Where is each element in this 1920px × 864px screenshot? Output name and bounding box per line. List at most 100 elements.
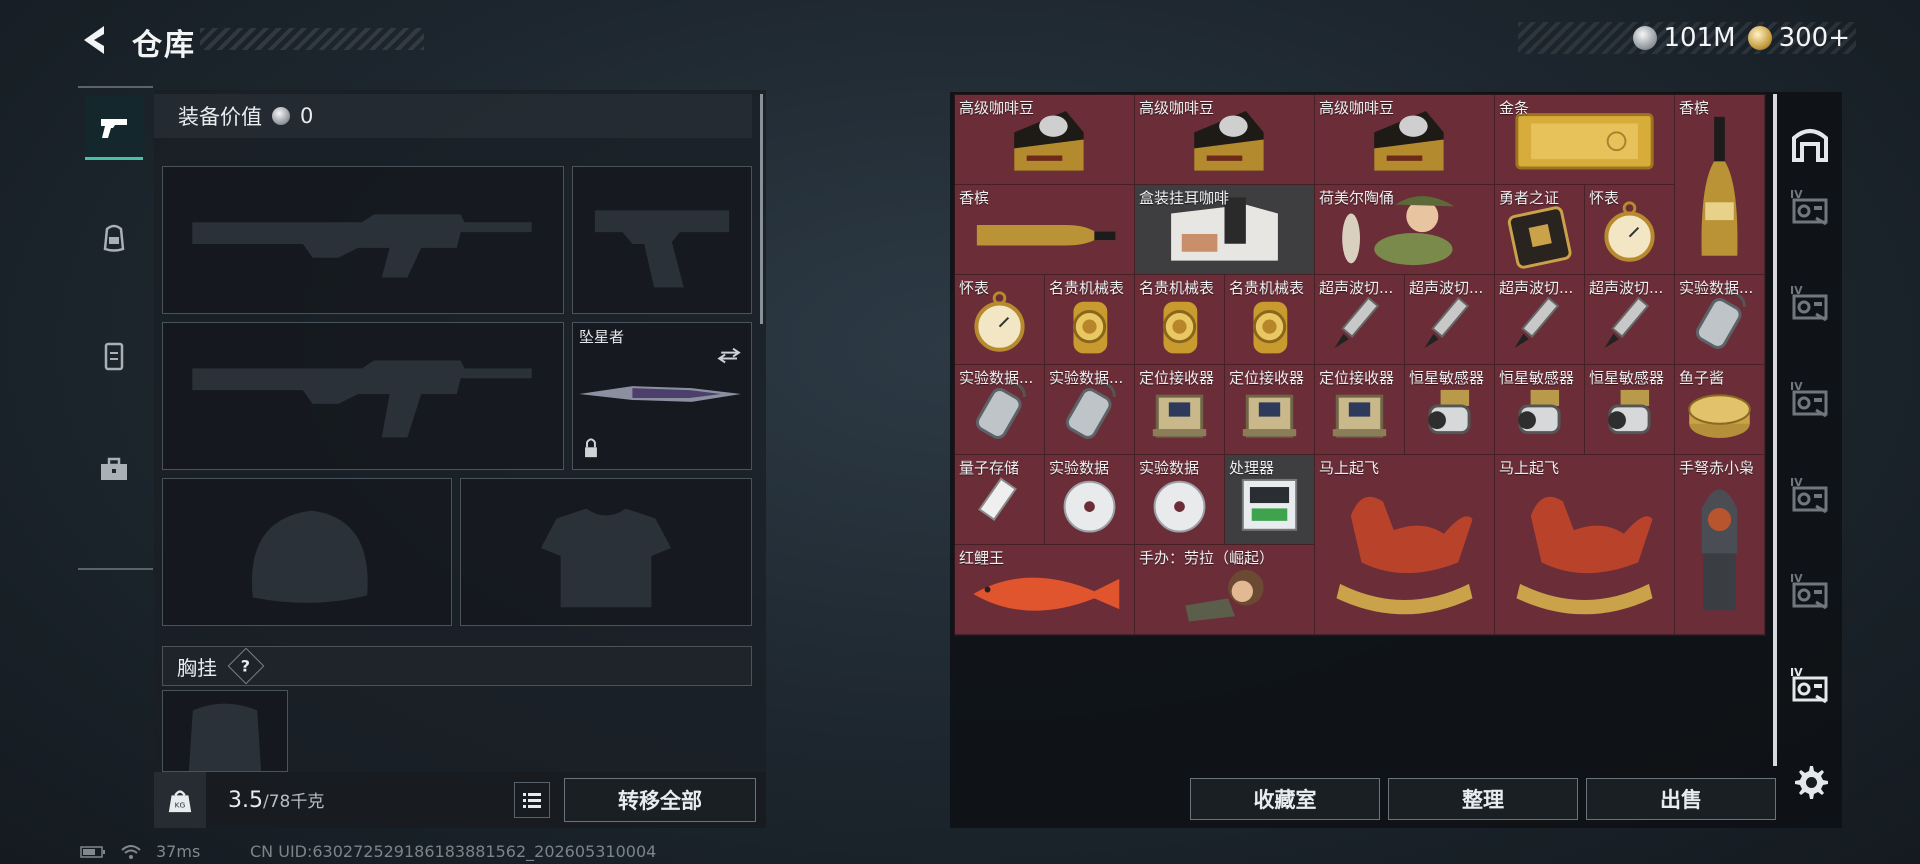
storage-item[interactable]: 名贵机械表 [1135,275,1225,365]
storage-item[interactable]: 超声波切... [1405,275,1495,365]
storage-item[interactable]: 怀表 [1585,185,1675,275]
storage-3-icon: IV [1790,380,1828,418]
item-label: 盒装挂耳咖啡 [1139,189,1230,207]
storage-item[interactable]: 恒星敏感器 [1495,365,1585,455]
item-label: 恒星敏感器 [1589,369,1665,387]
uid-text: CN UID:630272529186183881562_20260531000… [250,842,657,861]
storage-3-button[interactable]: IV [1786,376,1834,424]
page-title: 仓库 [132,28,196,63]
storage-item[interactable]: 香槟 [1675,95,1765,275]
transfer-all-button[interactable]: 转移全部 [564,778,756,822]
silver-amount: 101M [1663,23,1736,53]
storage-item[interactable]: 勇者之证 [1495,185,1585,275]
storage-item[interactable]: 恒星敏感器 [1585,365,1675,455]
item-label: 实验数据... [1049,369,1124,387]
primary-weapon-slot[interactable] [162,166,564,314]
item-label: 金条 [1499,99,1530,117]
tab-backpack[interactable] [85,206,143,270]
backpack-icon [103,224,125,252]
item-label: 名贵机械表 [1049,279,1125,297]
storage-item[interactable]: 超声波切... [1495,275,1585,365]
item-label: 高级咖啡豆 [1139,99,1215,117]
gold-currency[interactable]: 300+ [1747,23,1850,53]
item-label: 实验数据 [1139,459,1200,477]
sell-button[interactable]: 出售 [1586,778,1776,820]
vault-button[interactable] [1786,120,1834,168]
helmet-slot[interactable] [162,478,452,626]
item-label: 鱼子酱 [1679,369,1725,387]
vest-icon [104,342,124,371]
storage-item[interactable]: 名贵机械表 [1045,275,1135,365]
equipment-value: 0 [300,104,314,128]
currency-bar: 101M 300+ [1518,22,1856,54]
secondary-weapon-slot[interactable] [572,166,752,314]
chest-rig-slot[interactable] [162,690,288,772]
storage-item[interactable]: 实验数据... [1045,365,1135,455]
melee-weapon-slot[interactable]: 坠星者 [572,322,752,470]
item-label: 香槟 [1679,99,1710,117]
storage-item[interactable]: 实验数据 [1135,455,1225,545]
storage-item[interactable]: 高级咖啡豆 [1135,95,1315,185]
storage-item[interactable]: 实验数据... [955,365,1045,455]
vault-icon [1792,129,1828,162]
weight-icon: KG [154,772,206,828]
storage-item[interactable]: 怀表 [955,275,1045,365]
storage-item[interactable]: 马上起飞 [1495,455,1675,635]
storage-item[interactable]: 荷美尔陶俑 [1315,185,1495,275]
storage-scrollbar[interactable] [1773,94,1777,766]
capacity-max: /78千克 [263,792,325,812]
storage-item[interactable]: 红鲤王 [955,545,1135,635]
storage-item[interactable]: 金条 [1495,95,1675,185]
storage-item[interactable]: 手办：劳拉（崛起） [1135,545,1315,635]
item-label: 香槟 [959,189,990,207]
storage-item[interactable]: 超声波切... [1585,275,1675,365]
storage-item[interactable]: 高级咖啡豆 [955,95,1135,185]
storage-item[interactable]: 定位接收器 [1225,365,1315,455]
item-label: 实验数据... [959,369,1034,387]
storage-item[interactable]: 量子存储 [955,455,1045,545]
gear-icon [1795,766,1828,799]
storage-item[interactable]: 实验数据 [1045,455,1135,545]
help-icon[interactable]: ? [227,647,265,685]
storage-item[interactable]: 定位接收器 [1135,365,1225,455]
equipment-scrollbar[interactable] [760,94,763,324]
storage-item[interactable]: 实验数据... [1675,275,1765,365]
storage-item[interactable]: 名贵机械表 [1225,275,1315,365]
tab-vest[interactable] [85,324,143,388]
storage-item[interactable]: 手弩赤小枭 [1675,455,1765,635]
storage-5-icon: IV [1790,572,1828,610]
left-nav [78,86,153,570]
storage-item[interactable]: 处理器 [1225,455,1315,545]
list-view-button[interactable] [514,782,550,818]
primary-weapon-slot-2[interactable] [162,322,564,470]
storage-item[interactable]: 恒星敏感器 [1405,365,1495,455]
back-button[interactable] [78,22,112,58]
storage-item[interactable]: 鱼子酱 [1675,365,1765,455]
storage-1-button[interactable]: IV [1786,184,1834,232]
item-label: 超声波切... [1589,279,1664,297]
storage-item[interactable]: 超声波切... [1315,275,1405,365]
collection-room-button[interactable]: 收藏室 [1190,778,1380,820]
settings-button[interactable] [1790,762,1830,802]
storage-item[interactable]: 马上起飞 [1315,455,1495,635]
storage-item[interactable]: 高级咖啡豆 [1315,95,1495,185]
storage-item[interactable]: 定位接收器 [1315,365,1405,455]
armor-slot[interactable] [460,478,752,626]
capacity-bar: KG 3.5/78千克 转移全部 [154,772,766,828]
tab-weapons[interactable] [85,96,143,160]
helmet-silhouette-icon [251,510,368,603]
storage-item[interactable]: 香槟 [955,185,1135,275]
storage-5-button[interactable]: IV [1786,568,1834,616]
item-label: 处理器 [1229,459,1275,477]
tab-toolbox[interactable] [85,438,143,502]
pistol-silhouette-icon [594,210,730,288]
horse-statue-icon [1516,496,1653,615]
storage-2-button[interactable]: IV [1786,280,1834,328]
storage-item[interactable]: 盒装挂耳咖啡 [1135,185,1315,275]
item-label: 怀表 [959,279,990,297]
sort-button[interactable]: 整理 [1388,778,1578,820]
storage-4-button[interactable]: IV [1786,472,1834,520]
item-label: 高级咖啡豆 [1319,99,1395,117]
silver-currency: 101M [1632,23,1736,53]
storage-6-button[interactable]: IV [1786,662,1834,710]
